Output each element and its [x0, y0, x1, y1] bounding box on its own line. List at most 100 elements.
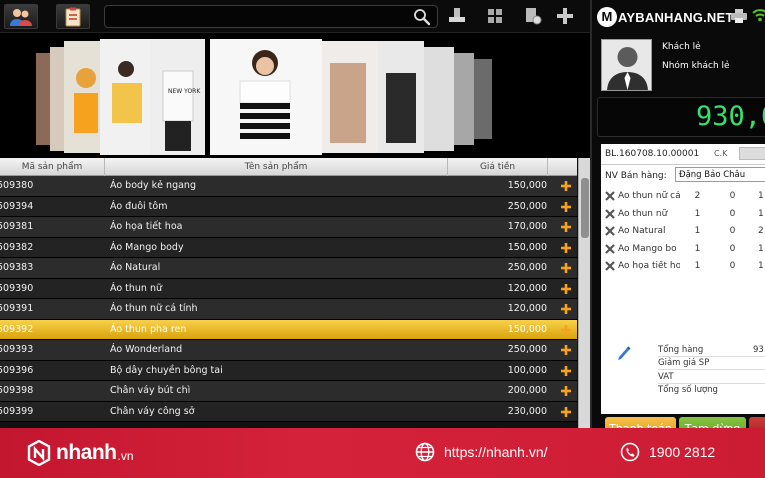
stamp-button[interactable] — [446, 6, 468, 26]
column-header-price[interactable]: Giá tiền — [448, 158, 548, 176]
search-input[interactable] — [111, 9, 401, 25]
product-carousel[interactable]: NEW YORK — [0, 33, 590, 158]
document-gear-icon — [526, 8, 542, 25]
plus-icon — [561, 201, 571, 212]
table-scrollbar[interactable] — [578, 158, 590, 428]
product-name: Áo Natural — [110, 262, 161, 273]
delete-item-icon[interactable] — [605, 243, 615, 254]
table-row[interactable]: 509399 Chân váy công sở 230,000 — [0, 401, 577, 423]
product-price: 250,000 — [507, 200, 547, 212]
column-header-code[interactable]: Mã sản phẩm — [0, 158, 105, 176]
item-discount[interactable]: 0 — [725, 244, 740, 254]
add-to-order-button[interactable] — [556, 340, 576, 361]
logo-badge: M — [597, 7, 617, 27]
add-to-order-button[interactable] — [556, 217, 576, 238]
settings-button[interactable] — [522, 6, 544, 26]
item-discount[interactable]: 0 — [725, 226, 740, 236]
item-qty[interactable]: 1 — [690, 244, 705, 254]
add-to-order-button[interactable] — [556, 279, 576, 300]
order-item[interactable]: Áo thun nữ 1 0 1 — [601, 206, 765, 224]
product-code: 509391 — [0, 303, 34, 314]
customer-name: Khách lẻ — [662, 42, 701, 52]
add-to-order-button[interactable] — [556, 197, 576, 218]
item-qty[interactable]: 1 — [690, 226, 705, 236]
carousel-photos: NEW YORK — [36, 39, 492, 155]
customers-button[interactable] — [4, 4, 38, 29]
add-to-order-button[interactable] — [556, 258, 576, 279]
users-icon — [10, 8, 32, 26]
divider — [658, 369, 765, 370]
item-discount[interactable]: 0 — [725, 209, 740, 219]
item-extra: 1 — [758, 208, 764, 219]
logo-text: AYBANHANG.NET — [618, 9, 734, 25]
website-link[interactable]: https://nhanh.vn/ — [415, 442, 548, 462]
add-to-order-button[interactable] — [556, 299, 576, 320]
column-header-name[interactable]: Tên sản phẩm — [105, 158, 448, 176]
product-name: Áo Mango body — [110, 241, 184, 253]
table-row[interactable]: 509383 Áo Natural 250,000 — [0, 258, 577, 279]
product-search — [104, 5, 438, 28]
order-item[interactable]: Áo thun nữ cá 2 0 1 — [601, 188, 765, 206]
notes-button[interactable] — [56, 4, 90, 29]
pencil-icon[interactable] — [617, 345, 631, 361]
table-row[interactable]: 509380 Áo body kẻ ngang 150,000 — [0, 176, 577, 197]
scrollbar-thumb[interactable] — [581, 178, 589, 238]
table-row[interactable]: 509381 Áo họa tiết hoa 170,000 — [0, 217, 577, 238]
add-to-order-button[interactable] — [556, 402, 576, 423]
table-row[interactable]: 509392 Áo thun pha ren 150,000 — [0, 319, 577, 341]
table-header: Mã sản phẩm Tên sản phẩm Giá tiền — [0, 158, 577, 176]
plus-icon — [561, 181, 571, 191]
table-row[interactable]: 509393 Áo Wonderland 250,000 — [0, 340, 577, 361]
grid-view-button[interactable] — [484, 6, 506, 26]
add-to-order-button[interactable] — [556, 320, 576, 341]
grid-icon — [488, 9, 502, 23]
total-qty-label: Tổng số lượng — [658, 385, 718, 395]
product-name: Áo thun nữ cá tính — [110, 303, 198, 314]
order-item[interactable]: Áo Natural 1 0 2 — [601, 223, 765, 241]
discount-input[interactable] — [739, 147, 765, 160]
phone-link[interactable]: 1900 2812 — [620, 442, 715, 462]
customer-section[interactable]: Khách lẻ Nhóm khách lẻ — [592, 33, 765, 93]
delete-item-icon[interactable] — [605, 226, 615, 236]
add-button[interactable] — [554, 6, 576, 26]
delete-item-icon[interactable] — [605, 191, 615, 201]
order-item[interactable]: Áo họa tiết ho 1 0 1 — [601, 258, 765, 276]
stamp-icon — [449, 8, 465, 22]
table-row[interactable]: 509390 Áo thun nữ 120,000 — [0, 278, 577, 300]
product-price: 150,000 — [507, 241, 547, 253]
printer-icon[interactable] — [731, 9, 747, 23]
item-qty[interactable]: 2 — [690, 191, 705, 201]
order-panel: M AYBANHANG.NET Khách lẻ Nhóm khách lẻ 9… — [590, 0, 765, 478]
delete-item-icon[interactable] — [605, 261, 615, 271]
product-name: Áo thun pha ren — [110, 323, 187, 335]
table-row[interactable]: 509394 Áo đuôi tôm 250,000 — [0, 196, 577, 218]
add-to-order-button[interactable] — [556, 176, 576, 197]
table-row[interactable]: 509391 Áo thun nữ cá tính 120,000 — [0, 299, 577, 320]
product-code: 509396 — [0, 364, 34, 376]
item-qty[interactable]: 1 — [690, 261, 705, 271]
customer-group: Nhóm khách lẻ — [662, 61, 730, 71]
seller-select[interactable]: Đặng Bảo Châu — [675, 167, 765, 182]
total-amount: 930,0 — [696, 101, 765, 132]
add-to-order-button[interactable] — [556, 361, 576, 382]
table-row[interactable]: 509398 Chân váy bút chì 200,000 — [0, 381, 577, 402]
table-row[interactable]: 509382 Áo Mango body 150,000 — [0, 237, 577, 259]
item-qty[interactable]: 1 — [690, 209, 705, 219]
product-price: 250,000 — [507, 262, 547, 273]
delete-item-icon[interactable] — [605, 208, 615, 219]
order-item[interactable]: Áo Mango bo 1 0 1 — [601, 241, 765, 259]
person-icon — [607, 47, 648, 90]
brand-logo: nhanh .vn — [27, 440, 134, 466]
bill-code: BL.160708.10.00001 — [605, 149, 700, 159]
add-to-order-button[interactable] — [556, 381, 576, 402]
product-price: 150,000 — [507, 323, 547, 335]
product-code: 509398 — [0, 385, 34, 396]
add-to-order-button[interactable] — [556, 238, 576, 259]
item-discount[interactable]: 0 — [725, 191, 740, 201]
item-discount[interactable]: 0 — [725, 261, 740, 271]
search-icon[interactable] — [413, 8, 431, 26]
order-details: BL.160708.10.00001 C.K NV Bán hàng: Đặng… — [601, 144, 765, 414]
item-extra: 1 — [758, 243, 764, 254]
table-row[interactable]: 509396 Bộ dây chuyền bông tai 100,000 — [0, 360, 577, 382]
plus-icon — [561, 386, 571, 396]
